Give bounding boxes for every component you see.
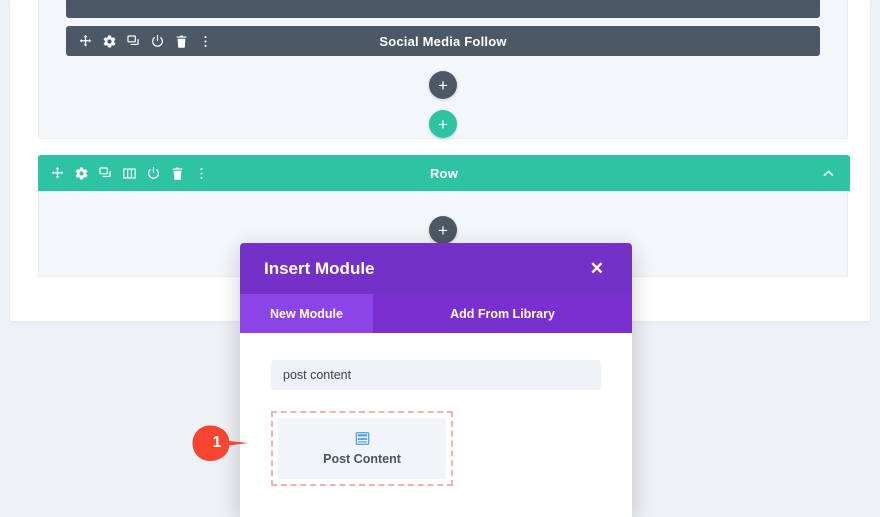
plus-icon: + <box>438 75 448 95</box>
tab-new-module[interactable]: New Module <box>240 294 373 333</box>
builder-screen: Social Media Follow + + + Row Insert Mod… <box>0 0 880 517</box>
module-bar-partial[interactable] <box>66 0 820 18</box>
move-icon[interactable] <box>78 34 93 49</box>
gear-icon[interactable] <box>74 166 89 181</box>
row-collapse-button[interactable] <box>821 166 850 181</box>
modal-header: Insert Module ✕ <box>240 243 632 294</box>
module-card-post-content[interactable]: Post Content <box>271 411 453 486</box>
row-toolbar <box>38 166 209 181</box>
search-input[interactable] <box>271 360 601 390</box>
power-icon[interactable] <box>146 166 161 181</box>
power-icon[interactable] <box>150 34 165 49</box>
duplicate-icon[interactable] <box>98 166 113 181</box>
module-results-grid: Post Content <box>271 411 601 486</box>
modal-tabs: New Module Add From Library <box>240 294 632 333</box>
modal-title: Insert Module <box>264 258 375 278</box>
plus-icon: + <box>438 114 448 134</box>
module-bar-social-media-follow[interactable]: Social Media Follow <box>66 26 820 56</box>
chevron-up-icon[interactable] <box>821 166 836 181</box>
move-icon[interactable] <box>50 166 65 181</box>
callout-marker-1: 1 <box>191 422 259 464</box>
module-card-inner: Post Content <box>278 418 446 479</box>
columns-icon[interactable] <box>122 166 137 181</box>
callout-number: 1 <box>212 434 222 451</box>
more-options-icon[interactable] <box>194 166 209 181</box>
tab-add-from-library[interactable]: Add From Library <box>373 294 632 333</box>
module-card-label: Post Content <box>323 452 401 466</box>
duplicate-icon[interactable] <box>126 34 141 49</box>
gear-icon[interactable] <box>102 34 117 49</box>
more-options-icon[interactable] <box>198 34 213 49</box>
add-module-button-top[interactable]: + <box>429 71 457 99</box>
tab-add-from-library-label: Add From Library <box>450 306 555 321</box>
modal-body: Post Content <box>240 333 632 486</box>
add-section-button[interactable]: + <box>429 110 457 138</box>
post-content-icon <box>355 431 370 446</box>
row-bar[interactable]: Row <box>38 155 850 191</box>
trash-icon[interactable] <box>174 34 189 49</box>
insert-module-modal: Insert Module ✕ New Module Add From Libr… <box>240 243 632 517</box>
close-icon[interactable]: ✕ <box>584 256 610 281</box>
trash-icon[interactable] <box>170 166 185 181</box>
tab-new-module-label: New Module <box>270 306 343 321</box>
add-module-button-row[interactable]: + <box>429 216 457 244</box>
module-toolbar <box>66 34 213 49</box>
plus-icon: + <box>438 220 448 240</box>
